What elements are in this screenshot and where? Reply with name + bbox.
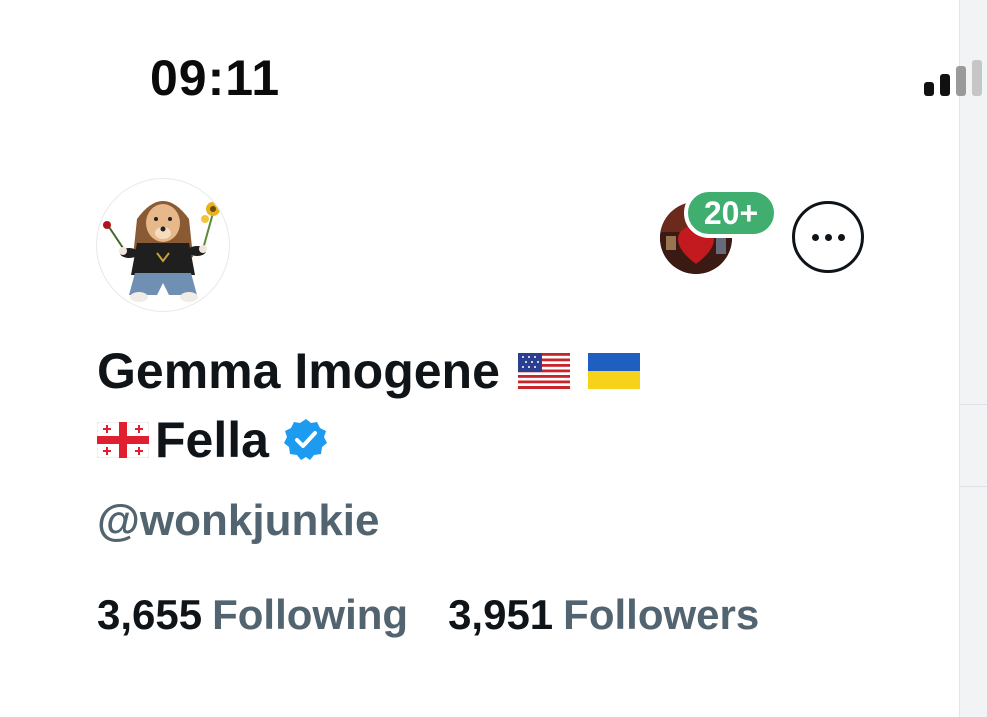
display-name: Gemma Imogene [97,343,500,399]
followers-stat[interactable]: 3,951 Followers [448,588,759,642]
scrollbar-track[interactable] [959,0,987,717]
followers-you-know-count-badge[interactable]: 20+ [684,188,778,238]
profile-avatar[interactable] [96,178,230,312]
us-flag-icon [517,353,570,389]
followers-label: Followers [563,591,760,638]
following-label: Following [212,591,409,638]
georgia-flag-icon [97,422,149,458]
following-count: 3,655 [97,591,203,638]
display-name-line-2: Fella [97,410,329,470]
profile-handle: @wonkjunkie [97,496,380,545]
display-name-suffix: Fella [155,412,269,468]
profile-stats: 3,655 Following 3,951 Followers [97,588,759,642]
ukraine-flag-icon [587,353,640,389]
display-name-line-1: Gemma Imogene [97,341,640,401]
verified-badge-icon[interactable] [283,417,329,463]
more-options-button[interactable] [792,201,864,273]
following-stat[interactable]: 3,655 Following [97,588,408,642]
status-time: 09:11 [150,50,281,106]
scrollbar-divider [960,404,987,405]
more-dot [824,233,832,241]
more-dot [811,233,819,241]
signal-strength-icon [924,60,984,96]
scrollbar-divider [960,486,987,487]
more-dot [837,233,845,241]
followers-count: 3,951 [448,591,554,638]
